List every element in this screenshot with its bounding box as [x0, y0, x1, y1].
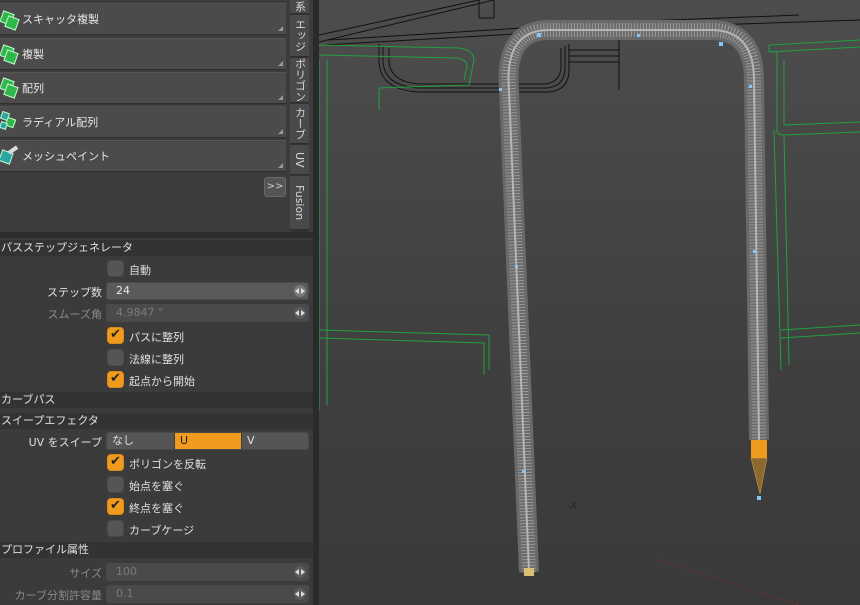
align-to-path-label: パスに整列: [129, 331, 184, 344]
tool-label: ラディアル配列: [22, 116, 99, 129]
tool-label: スキャッタ複製: [22, 13, 99, 26]
properties-panel: パスステップジェネレータ 自動 ステップ数 24 スムーズ角 4.9847 ° …: [0, 238, 313, 605]
smooth-angle-spinner-icon: [294, 307, 306, 319]
sweep-uv-label: UV をスイープ: [28, 436, 102, 449]
section-path-step[interactable]: パスステップジェネレータ: [0, 240, 313, 256]
steps-spinner-icon[interactable]: [294, 285, 306, 297]
curve-cage-checkbox[interactable]: [107, 520, 124, 537]
sweep-uv-selector[interactable]: なし U V: [106, 432, 309, 450]
steps-label: ステップ数: [47, 286, 102, 299]
swept-tube: [498, 20, 769, 573]
tool-scatter-clone[interactable]: スキャッタ複製: [0, 3, 286, 35]
uv-option-none[interactable]: なし: [107, 433, 175, 449]
more-tools-button[interactable]: >>: [264, 177, 286, 197]
tool-label: 複製: [22, 48, 44, 61]
start-cap-highlight: [524, 568, 534, 576]
tool-clone[interactable]: 複製: [0, 38, 286, 70]
steps-value: 24: [116, 284, 130, 297]
tab-uv[interactable]: UV: [290, 145, 309, 175]
end-cap-highlight: [751, 440, 767, 458]
cap-start-label: 始点を塞ぐ: [129, 480, 184, 493]
smooth-angle-field: 4.9847 °: [106, 304, 309, 322]
smooth-angle-label: スムーズ角: [47, 308, 102, 321]
tab-polygon[interactable]: ポリゴン: [290, 58, 309, 103]
end-cone: [750, 457, 768, 495]
cap-start-checkbox[interactable]: [107, 476, 124, 493]
tab-category-1[interactable]: 系: [290, 0, 309, 14]
curve-tolerance-spinner-icon: [294, 588, 306, 600]
tool-panel: スキャッタ複製 複製 配列 ラディアル配列 メッシュペイント >>: [0, 0, 290, 232]
viewport-scene: -X: [319, 0, 860, 605]
clone-icon: [0, 44, 20, 65]
steps-field[interactable]: 24: [106, 282, 309, 300]
curve-tolerance-field: 0.1: [106, 585, 309, 603]
size-spinner-icon: [294, 566, 306, 578]
mesh-paint-icon: [0, 145, 20, 166]
curve-tolerance-label: カーブ分割許容量: [14, 589, 102, 602]
radial-array-icon: [0, 110, 20, 132]
flip-polygons-checkbox[interactable]: [107, 454, 124, 471]
size-field: 100: [106, 563, 309, 581]
tool-mesh-paint[interactable]: メッシュペイント: [0, 140, 286, 172]
start-from-origin-checkbox[interactable]: [107, 371, 124, 388]
uv-option-u[interactable]: U: [175, 433, 242, 449]
tab-curve[interactable]: カーブ: [290, 104, 309, 144]
tab-edge[interactable]: エッジ: [290, 15, 309, 57]
section-curve-path[interactable]: カーブパス: [0, 392, 313, 408]
curve-tolerance-value: 0.1: [116, 587, 134, 600]
3d-viewport[interactable]: -X: [319, 0, 860, 605]
size-value: 100: [116, 565, 137, 578]
section-profile-attributes[interactable]: プロファイル属性: [0, 542, 313, 558]
cap-end-checkbox[interactable]: [107, 498, 124, 515]
start-from-origin-label: 起点から開始: [129, 375, 195, 388]
align-to-path-checkbox[interactable]: [107, 327, 124, 344]
table-wireframe: [319, 0, 860, 93]
tool-array[interactable]: 配列: [0, 72, 286, 104]
auto-label: 自動: [129, 264, 151, 277]
smooth-angle-value: 4.9847 °: [116, 306, 164, 319]
section-sweep-effector[interactable]: スイープエフェクタ: [0, 413, 313, 429]
axis-x-label: -X: [567, 501, 577, 512]
tool-label: 配列: [22, 82, 44, 95]
align-to-normal-label: 法線に整列: [129, 353, 184, 366]
chair-wireframe: [319, 39, 860, 410]
tool-category-tabs: 系 エッジ ポリゴン カーブ UV Fusion: [290, 0, 309, 232]
auto-checkbox[interactable]: [107, 260, 124, 277]
curve-cage-label: カーブケージ: [129, 524, 195, 537]
scatter-clone-icon: [0, 9, 20, 31]
tool-radial-array[interactable]: ラディアル配列: [0, 106, 286, 138]
uv-option-v[interactable]: V: [242, 433, 308, 449]
tab-fusion[interactable]: Fusion: [290, 176, 309, 230]
array-icon: [0, 77, 20, 99]
tool-label: メッシュペイント: [22, 150, 110, 163]
size-label: サイズ: [69, 567, 102, 580]
curve-vertices: [499, 33, 761, 500]
red-axis-line: [658, 559, 800, 605]
cap-end-label: 終点を塞ぐ: [129, 502, 184, 515]
flip-polygons-label: ポリゴンを反転: [129, 458, 206, 471]
align-to-normal-checkbox[interactable]: [107, 349, 124, 366]
